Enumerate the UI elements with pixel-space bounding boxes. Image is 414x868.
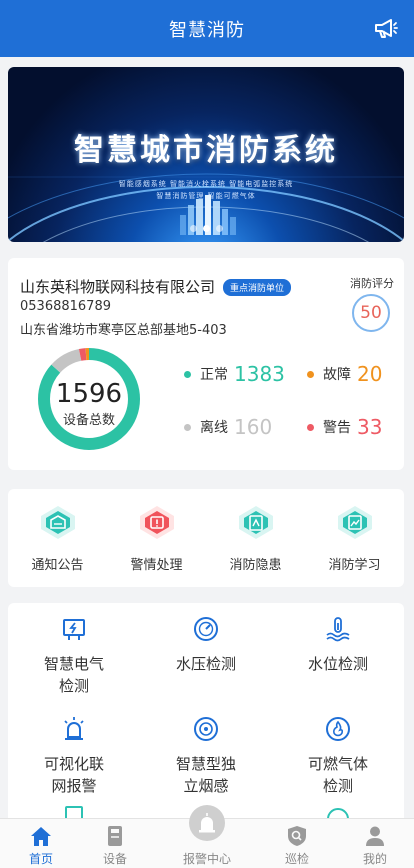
function-grid: 智慧电气 检测 水压检测 水位检测 可视化联 网报警 智慧型独 立烟感 可燃气体…	[8, 603, 404, 818]
function-label: 智慧电气 检测	[43, 655, 104, 695]
app-header: 智慧消防	[0, 0, 414, 57]
tab-label: 我的	[362, 852, 387, 866]
stat-value: 160	[234, 415, 273, 439]
device-total: 1596	[55, 379, 123, 409]
tab-label: 设备	[102, 852, 127, 866]
smoke-detector-icon	[194, 717, 218, 741]
fire-score-badge[interactable]: 50	[352, 294, 390, 332]
partial-icon	[65, 806, 83, 818]
status-dot	[307, 423, 314, 431]
tab-home[interactable]: 首页	[0, 819, 82, 868]
device-icon	[108, 826, 122, 846]
hazard-icon	[239, 506, 273, 539]
gas-icon	[326, 717, 350, 741]
carousel-dot[interactable]	[189, 225, 197, 232]
function-gas[interactable]: 可燃气体 检测	[272, 703, 404, 803]
company-name: 山东英科物联网科技有限公司	[20, 278, 216, 296]
bottom-tab-bar: 首页 设备 报警中心 巡检 我的	[0, 805, 414, 868]
status-dot	[184, 370, 191, 378]
home-icon	[31, 827, 51, 846]
function-pressure[interactable]: 水压检测	[140, 603, 272, 703]
page-title: 智慧消防	[169, 19, 245, 41]
tab-label: 首页	[28, 852, 53, 866]
quick-action-label: 通知公告	[31, 558, 84, 573]
stat-label: 警告	[323, 420, 351, 436]
function-label: 水压检测	[175, 655, 236, 673]
company-address: 山东省潍坊市寒亭区总部基地5-403	[20, 323, 227, 338]
quick-action-label: 消防隐患	[229, 558, 282, 573]
megaphone-icon[interactable]	[372, 15, 398, 41]
tab-label: 巡检	[284, 852, 309, 866]
pressure-gauge-icon	[194, 617, 218, 641]
tab-device[interactable]: 设备	[74, 819, 156, 868]
function-water-level[interactable]: 水位检测	[272, 603, 404, 703]
stat-fault[interactable]: 故障 20	[307, 362, 382, 386]
company-card: 山东英科物联网科技有限公司 重点消防单位 05368816789 山东省潍坊市寒…	[8, 258, 404, 470]
stat-label: 正常	[200, 367, 228, 383]
quick-action-label: 消防学习	[328, 558, 381, 573]
siren-icon	[64, 717, 84, 740]
quick-action-notice[interactable]: 通知公告	[8, 489, 107, 587]
status-dot	[307, 370, 314, 378]
notice-icon	[41, 506, 75, 539]
function-label: 智慧型独 立烟感	[175, 755, 236, 795]
banner-carousel[interactable]: 智慧城市消防系统 智能感烟系统 智能消火栓系统 智能电弧监控系统 智慧消防管理 …	[8, 67, 404, 242]
tab-mine[interactable]: 我的	[334, 819, 414, 868]
stat-normal[interactable]: 正常 1383	[184, 362, 285, 386]
carousel-dot[interactable]	[202, 225, 210, 232]
tab-label: 报警中心	[182, 852, 231, 866]
stat-value: 20	[357, 362, 383, 386]
fire-score-label: 消防评分	[350, 277, 394, 290]
function-label: 水位检测	[307, 655, 368, 673]
function-label: 可视化联 网报警	[43, 755, 104, 795]
banner-title: 智慧城市消防系统	[74, 133, 338, 168]
function-visual-alarm[interactable]: 可视化联 网报警	[8, 703, 140, 803]
alarm-icon	[199, 813, 215, 833]
stat-label: 故障	[323, 367, 351, 383]
tab-inspection[interactable]: 巡检	[256, 819, 338, 868]
quick-actions-card: 通知公告 警情处理 消防隐患 消防学习	[8, 489, 404, 587]
inspection-icon	[288, 826, 306, 846]
company-tag-badge: 重点消防单位	[223, 279, 292, 296]
function-label: 可燃气体 检测	[307, 755, 368, 795]
water-level-icon	[326, 617, 350, 642]
quick-action-label: 警情处理	[130, 558, 183, 573]
carousel-indicators	[8, 225, 404, 232]
stat-value: 1383	[234, 362, 285, 386]
banner-subtitle: 智能感烟系统 智能消火栓系统 智能电弧监控系统	[118, 180, 294, 188]
alarm-center-bubble	[189, 805, 225, 841]
quick-action-study[interactable]: 消防学习	[305, 489, 404, 587]
carousel-dot[interactable]	[215, 225, 223, 232]
quick-action-hazard[interactable]: 消防隐患	[206, 489, 305, 587]
stat-value: 33	[357, 415, 383, 439]
status-dot	[184, 423, 191, 431]
user-icon	[366, 826, 384, 846]
stat-label: 离线	[200, 420, 228, 436]
function-smoke[interactable]: 智慧型独 立烟感	[140, 703, 272, 803]
tab-alarm-center[interactable]: 报警中心	[166, 805, 248, 868]
stat-offline[interactable]: 离线 160	[184, 415, 272, 439]
company-phone[interactable]: 05368816789	[20, 299, 111, 314]
device-total-label: 设备总数	[62, 413, 115, 428]
study-icon	[338, 506, 372, 539]
alarm-handle-icon	[140, 506, 174, 539]
stat-warning[interactable]: 警告 33	[307, 415, 382, 439]
quick-action-alarm[interactable]: 警情处理	[107, 489, 206, 587]
function-electric[interactable]: 智慧电气 检测	[8, 603, 140, 703]
partial-icon	[327, 808, 349, 818]
electric-icon	[63, 619, 85, 640]
